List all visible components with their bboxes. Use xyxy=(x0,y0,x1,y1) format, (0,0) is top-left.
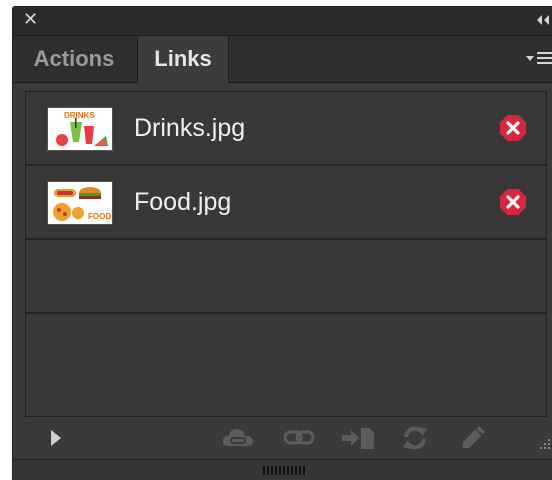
links-list: DRINKS Drinks.jpg FOOD Food.jpg xyxy=(25,91,547,417)
goto-link-icon[interactable] xyxy=(341,425,375,451)
link-row[interactable]: DRINKS Drinks.jpg xyxy=(26,92,546,166)
resize-grip-icon[interactable] xyxy=(537,437,551,451)
panel-drag-handle[interactable] xyxy=(263,466,307,475)
double-chevron-left-icon[interactable] xyxy=(533,12,552,28)
empty-row xyxy=(26,314,546,418)
link-filename: Food.jpg xyxy=(134,188,232,216)
update-link-icon[interactable] xyxy=(401,425,429,451)
panel-titlebar: ✕ xyxy=(13,7,552,36)
links-panel: ✕ Actions Links DRINKS Drinks.jpg FOOD F… xyxy=(12,6,552,480)
tab-actions[interactable]: Actions xyxy=(13,36,135,82)
panel-tab-bar: Actions Links xyxy=(13,36,552,83)
empty-row xyxy=(26,240,546,314)
food-thumbnail: FOOD xyxy=(47,181,113,225)
panel-footer-toolbar xyxy=(13,419,552,457)
expand-triangle-icon[interactable] xyxy=(49,428,63,448)
link-filename: Drinks.jpg xyxy=(134,114,246,142)
drinks-thumbnail-image: DRINKS xyxy=(48,108,112,150)
link-row[interactable]: FOOD Food.jpg xyxy=(26,166,546,240)
drinks-thumbnail-text: DRINKS xyxy=(64,111,95,120)
relink-icon[interactable] xyxy=(283,428,315,448)
drinks-thumbnail: DRINKS xyxy=(47,107,113,151)
panel-menu-icon[interactable] xyxy=(525,48,552,70)
food-thumbnail-text: FOOD xyxy=(88,212,111,221)
edit-original-icon[interactable] xyxy=(459,424,487,452)
missing-link-icon[interactable] xyxy=(499,188,527,216)
close-icon[interactable]: ✕ xyxy=(23,10,41,30)
tab-links[interactable]: Links xyxy=(137,36,229,83)
food-thumbnail-image: FOOD xyxy=(48,182,112,224)
cloud-link-icon[interactable] xyxy=(221,425,255,451)
missing-link-icon[interactable] xyxy=(499,114,527,142)
